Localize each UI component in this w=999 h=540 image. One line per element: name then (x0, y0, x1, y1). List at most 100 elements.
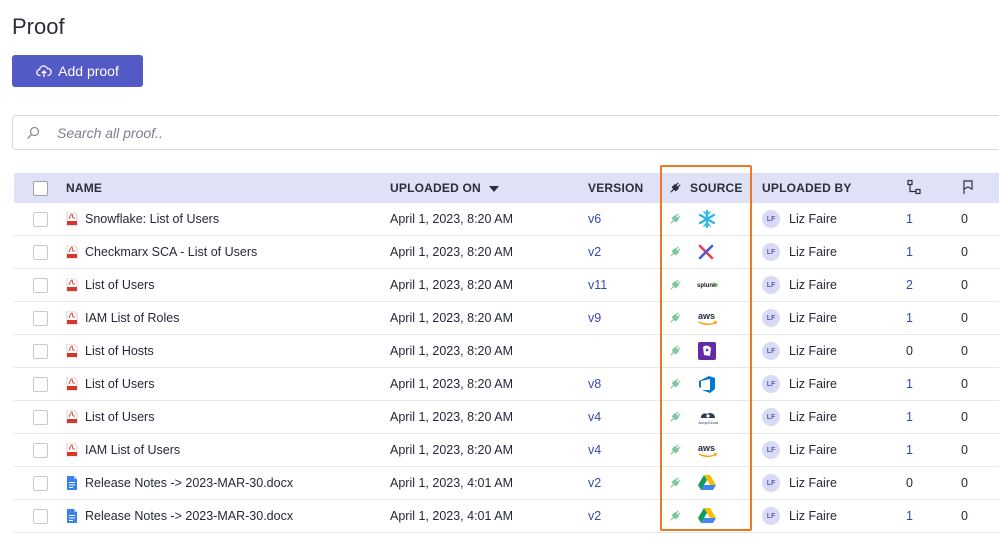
source-cell (690, 473, 762, 493)
table-row[interactable]: Release Notes -> 2023-MAR-30.docx April 1… (14, 500, 999, 533)
row-select-cell (14, 343, 66, 359)
proof-name[interactable]: IAM List of Roles (85, 311, 179, 325)
row-checkbox[interactable] (32, 442, 48, 458)
source-cell: aws (690, 440, 762, 460)
avatar: LF (762, 408, 780, 426)
row-checkbox[interactable] (32, 409, 48, 425)
proof-name[interactable]: Checkmarx SCA - List of Users (85, 245, 257, 259)
row-checkbox[interactable] (32, 343, 48, 359)
uploaded-on: April 1, 2023, 8:20 AM (390, 410, 513, 424)
linked-controls-count[interactable]: 1 (906, 410, 961, 424)
version-link[interactable]: v2 (588, 476, 660, 490)
col-flags[interactable] (961, 179, 999, 198)
proof-name[interactable]: Release Notes -> 2023-MAR-30.docx (85, 509, 293, 523)
col-linked-controls[interactable] (906, 179, 961, 198)
aws-icon: aws (698, 443, 718, 457)
linked-controls-count[interactable]: 1 (906, 245, 961, 259)
table-row[interactable]: List of Users April 1, 2023, 8:20 AM v8 LF L… (14, 368, 999, 401)
col-version[interactable]: VERSION (588, 181, 660, 195)
table-row[interactable]: List of Hosts April 1, 2023, 8:20 AM LF Liz… (14, 335, 999, 368)
pdf-file-icon (66, 377, 78, 391)
row-checkbox[interactable] (32, 277, 48, 293)
version-link[interactable]: v2 (588, 509, 660, 523)
col-name[interactable]: NAME (66, 181, 390, 195)
linked-controls-count[interactable]: 1 (906, 311, 961, 325)
row-checkbox[interactable] (32, 310, 48, 326)
linked-controls-count[interactable]: 1 (906, 377, 961, 391)
name-cell[interactable]: Release Notes -> 2023-MAR-30.docx (66, 509, 390, 523)
col-source[interactable]: SOURCE (690, 181, 762, 195)
col-uploaded-on-label: UPLOADED ON (390, 181, 481, 195)
table-row[interactable]: Checkmarx SCA - List of Users April 1, 20… (14, 236, 999, 269)
table-row[interactable]: List of Users April 1, 2023, 8:20 AM v11 sp… (14, 269, 999, 302)
pdf-file-icon (66, 410, 78, 424)
version-link[interactable]: v8 (588, 377, 660, 391)
name-cell[interactable]: List of Users (66, 410, 390, 424)
name-cell[interactable]: Release Notes -> 2023-MAR-30.docx (66, 476, 390, 490)
table-row[interactable]: Release Notes -> 2023-MAR-30.docx April 1… (14, 467, 999, 500)
version-link[interactable]: v6 (588, 212, 660, 226)
name-cell[interactable]: IAM List of Roles (66, 311, 390, 325)
row-checkbox[interactable] (32, 475, 48, 491)
select-all-checkbox[interactable] (32, 180, 48, 196)
table-row[interactable]: List of Users April 1, 2023, 8:20 AM v4 Jum… (14, 401, 999, 434)
pdf-file-icon (66, 245, 78, 259)
linked-controls-count[interactable]: 2 (906, 278, 961, 292)
uploaded-on: April 1, 2023, 4:01 AM (390, 509, 513, 523)
row-checkbox[interactable] (32, 244, 48, 260)
linked-controls-count[interactable]: 1 (906, 443, 961, 457)
avatar: LF (762, 276, 780, 294)
name-cell[interactable]: List of Users (66, 278, 390, 292)
col-uploaded-by[interactable]: UPLOADED BY (762, 181, 906, 195)
col-uploaded-on[interactable]: UPLOADED ON (390, 181, 588, 195)
datadog-icon (698, 342, 716, 360)
proof-name[interactable]: List of Users (85, 377, 154, 391)
uploaded-by-cell: LF Liz Faire (762, 210, 906, 228)
add-proof-button[interactable]: Add proof (12, 55, 143, 87)
docx-file-icon (67, 509, 77, 523)
aws-icon: aws (698, 311, 718, 325)
row-checkbox[interactable] (32, 211, 48, 227)
integration-cell (660, 311, 690, 325)
source-cell (690, 506, 762, 526)
linked-controls-count: 0 (906, 344, 913, 358)
proof-name[interactable]: List of Hosts (85, 344, 154, 358)
col-integration[interactable] (660, 181, 690, 195)
uploaded-on: April 1, 2023, 8:20 AM (390, 443, 513, 457)
proof-name[interactable]: List of Users (85, 278, 154, 292)
name-cell[interactable]: IAM List of Users (66, 443, 390, 457)
version-link[interactable]: v2 (588, 245, 660, 259)
table-row[interactable]: IAM List of Roles April 1, 2023, 8:20 AM v… (14, 302, 999, 335)
version-link[interactable]: v4 (588, 443, 660, 457)
jumpcloud-icon: JumpCloud (698, 413, 718, 425)
name-cell[interactable]: List of Hosts (66, 344, 390, 358)
flags-count: 0 (961, 344, 968, 358)
version-link[interactable]: v4 (588, 410, 660, 424)
hierarchy-icon (907, 179, 921, 194)
version-link[interactable]: v11 (588, 278, 660, 292)
search-icon (27, 126, 40, 139)
table-row[interactable]: IAM List of Users April 1, 2023, 8:20 AM v… (14, 434, 999, 467)
avatar: LF (762, 210, 780, 228)
search-input[interactable] (57, 124, 857, 141)
linked-controls-count[interactable]: 1 (906, 212, 961, 226)
proof-name[interactable]: Snowflake: List of Users (85, 212, 219, 226)
pdf-file-icon (66, 344, 78, 358)
name-cell[interactable]: List of Users (66, 377, 390, 391)
integration-cell (660, 245, 690, 259)
proof-name[interactable]: List of Users (85, 410, 154, 424)
avatar: LF (762, 507, 780, 525)
name-cell[interactable]: Checkmarx SCA - List of Users (66, 245, 390, 259)
version-link[interactable]: v9 (588, 311, 660, 325)
row-checkbox[interactable] (32, 376, 48, 392)
table-row[interactable]: Snowflake: List of Users April 1, 2023, 8… (14, 203, 999, 236)
uploader-name: Liz Faire (789, 443, 837, 457)
pdf-file-icon (66, 212, 78, 226)
linked-controls-count[interactable]: 1 (906, 509, 961, 523)
snowflake-icon (698, 209, 716, 229)
proof-name[interactable]: IAM List of Users (85, 443, 180, 457)
row-checkbox[interactable] (32, 508, 48, 524)
name-cell[interactable]: Snowflake: List of Users (66, 212, 390, 226)
proof-name[interactable]: Release Notes -> 2023-MAR-30.docx (85, 476, 293, 490)
uploaded-by-cell: LF Liz Faire (762, 243, 906, 261)
